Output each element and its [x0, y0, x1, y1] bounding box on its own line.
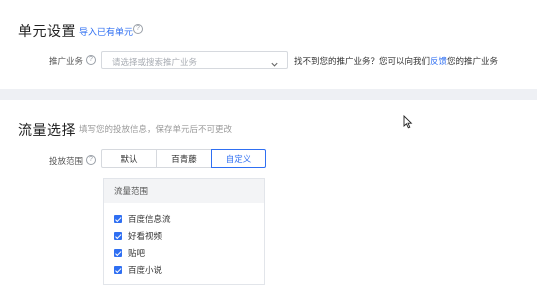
delivery-scope-segmented: 默认 百青藤 自定义 — [101, 149, 266, 168]
feedback-link[interactable]: 反馈 — [430, 56, 447, 66]
checkbox[interactable] — [114, 249, 122, 257]
traffic-title: 流量选择 — [18, 122, 76, 138]
panel-header: 流量范围 — [104, 179, 264, 203]
segment-custom[interactable]: 自定义 — [211, 149, 266, 168]
traffic-subtitle: 填写您的投放信息，保存单元后不可更改 — [79, 124, 233, 134]
checkbox[interactable] — [114, 266, 122, 274]
unit-settings-card: 单元设置 导入已有单元 ? 推广业务 ? 请选择或搜索推广业务 找不到您的推广业… — [0, 0, 537, 89]
option-baidu-novel[interactable]: 百度小说 — [114, 264, 162, 276]
select-placeholder: 请选择或搜索推广业务 — [112, 57, 198, 67]
chevron-down-icon — [270, 56, 279, 74]
option-label: 百度信息流 — [128, 214, 171, 224]
hint-text: 找不到您的推广业务？您可以向我们 — [294, 56, 431, 66]
import-existing-unit-link[interactable]: 导入已有单元 — [79, 25, 133, 38]
unit-settings-title: 单元设置 — [18, 23, 76, 39]
hint-text-tail: 您的推广业务 — [447, 56, 499, 66]
mouse-cursor-icon — [403, 114, 413, 134]
segment-baiqingteng[interactable]: 百青藤 — [156, 149, 212, 168]
option-baidu-feed[interactable]: 百度信息流 — [114, 213, 171, 225]
help-icon[interactable]: ? — [86, 155, 96, 165]
segment-default[interactable]: 默认 — [101, 149, 157, 168]
delivery-scope-label: 投放范围 — [49, 156, 84, 166]
promo-business-select[interactable]: 请选择或搜索推广业务 — [101, 51, 288, 69]
traffic-scope-panel: 流量范围 百度信息流 好看视频 贴吧 百度小说 — [103, 178, 265, 285]
help-icon[interactable]: ? — [133, 24, 143, 34]
promo-hint: 找不到您的推广业务？您可以向我们反馈您的推广业务 — [294, 55, 498, 67]
option-label: 百度小说 — [128, 265, 163, 275]
checkbox[interactable] — [114, 215, 122, 223]
option-tieba[interactable]: 贴吧 — [114, 247, 145, 259]
checkbox[interactable] — [114, 232, 122, 240]
option-label: 好看视频 — [128, 231, 163, 241]
promo-business-label: 推广业务 — [49, 56, 84, 66]
option-label: 贴吧 — [128, 248, 146, 258]
option-haokan-video[interactable]: 好看视频 — [114, 230, 162, 242]
help-icon[interactable]: ? — [86, 55, 96, 65]
